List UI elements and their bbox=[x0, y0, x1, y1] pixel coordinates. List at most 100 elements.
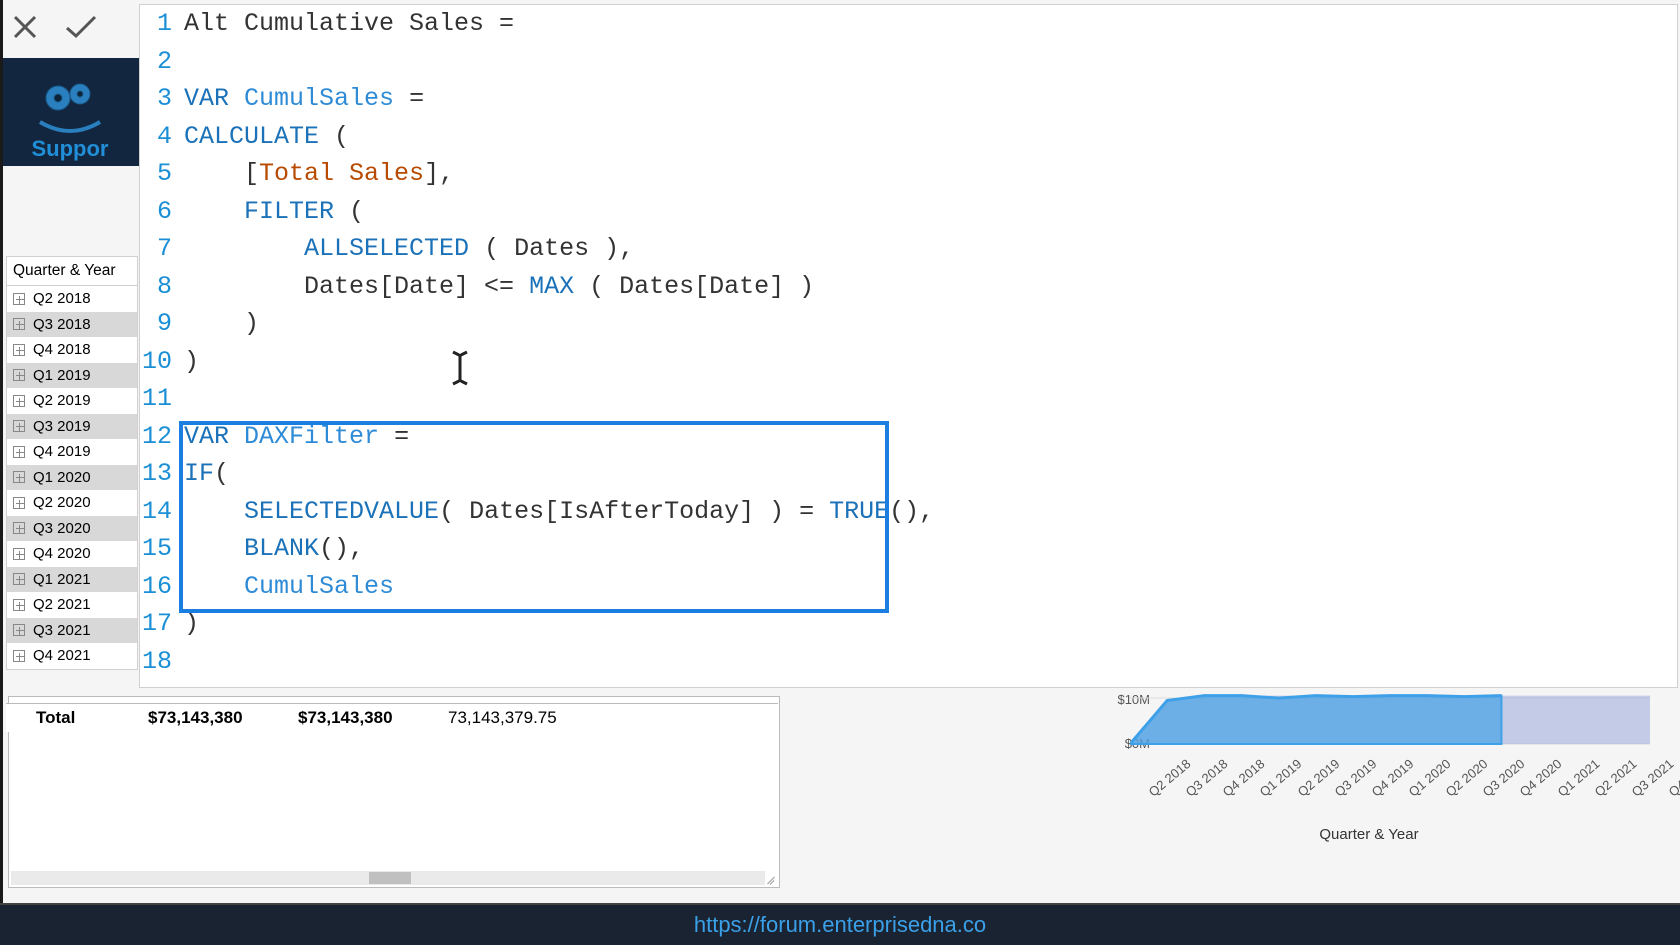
line-number: 12 bbox=[140, 418, 178, 456]
line-number: 10 bbox=[140, 343, 178, 381]
expand-icon[interactable] bbox=[13, 624, 25, 636]
slicer-item[interactable]: Q4 2021 bbox=[7, 643, 137, 669]
slicer-item[interactable]: Q3 2021 bbox=[7, 618, 137, 644]
code-line[interactable]: 4CALCULATE ( bbox=[140, 118, 1677, 156]
slicer-item-label: Q1 2021 bbox=[33, 570, 91, 590]
slicer-item-label: Q4 2021 bbox=[33, 646, 91, 666]
code-line[interactable]: 13IF( bbox=[140, 455, 1677, 493]
slicer-item[interactable]: Q4 2018 bbox=[7, 337, 137, 363]
code-content[interactable]: VAR CumulSales = bbox=[178, 80, 1677, 118]
code-line[interactable]: 7 ALLSELECTED ( Dates ), bbox=[140, 230, 1677, 268]
code-line[interactable]: 16 CumulSales bbox=[140, 568, 1677, 606]
code-line[interactable]: 2 bbox=[140, 43, 1677, 81]
code-content[interactable]: CumulSales bbox=[178, 568, 1677, 606]
footer-link[interactable]: https://forum.enterprisedna.co bbox=[694, 912, 986, 938]
code-content[interactable]: CALCULATE ( bbox=[178, 118, 1677, 156]
horizontal-scrollbar[interactable] bbox=[11, 871, 765, 885]
total-value-3: 73,143,379.75 bbox=[448, 708, 608, 728]
expand-icon[interactable] bbox=[13, 420, 25, 432]
scrollbar-thumb[interactable] bbox=[369, 872, 411, 884]
code-content[interactable]: IF( bbox=[178, 455, 1677, 493]
code-line[interactable]: 5 [Total Sales], bbox=[140, 155, 1677, 193]
code-content[interactable]: ) bbox=[178, 305, 1677, 343]
code-content[interactable]: BLANK(), bbox=[178, 530, 1677, 568]
line-number: 7 bbox=[140, 230, 178, 268]
code-content[interactable]: VAR DAXFilter = bbox=[178, 418, 1677, 456]
code-content[interactable]: ALLSELECTED ( Dates ), bbox=[178, 230, 1677, 268]
code-content[interactable]: Alt Cumulative Sales = bbox=[178, 5, 1677, 43]
brand-logo-panel: Suppor bbox=[0, 58, 140, 166]
expand-icon[interactable] bbox=[13, 548, 25, 560]
expand-icon[interactable] bbox=[13, 573, 25, 585]
slicer-item[interactable]: Q2 2018 bbox=[7, 286, 137, 312]
code-line[interactable]: 1Alt Cumulative Sales = bbox=[140, 5, 1677, 43]
expand-icon[interactable] bbox=[13, 599, 25, 611]
chart-xtick: Q4 2020 bbox=[1517, 756, 1565, 800]
slicer-item-label: Q2 2019 bbox=[33, 391, 91, 411]
cancel-button[interactable] bbox=[6, 8, 44, 46]
slicer-item[interactable]: Q4 2020 bbox=[7, 541, 137, 567]
slicer-item-label: Q3 2021 bbox=[33, 621, 91, 641]
chart-x-axis-label: Quarter & Year bbox=[1070, 826, 1668, 843]
slicer-item[interactable]: Q4 2019 bbox=[7, 439, 137, 465]
total-value-1: $73,143,380 bbox=[148, 708, 298, 728]
line-number: 6 bbox=[140, 193, 178, 231]
code-line[interactable]: 18 bbox=[140, 643, 1677, 681]
slicer-item[interactable]: Q1 2021 bbox=[7, 567, 137, 593]
chart-xtick: Q1 2019 bbox=[1257, 756, 1305, 800]
slicer-item-label: Q2 2021 bbox=[33, 595, 91, 615]
code-content[interactable]: [Total Sales], bbox=[178, 155, 1677, 193]
code-content[interactable]: Dates[Date] <= MAX ( Dates[Date] ) bbox=[178, 268, 1677, 306]
chart-x-ticks: Q2 2018Q3 2018Q4 2018Q1 2019Q2 2019Q3 20… bbox=[1128, 756, 1648, 806]
cumulative-sales-chart[interactable]: $10M $0M Q2 2018Q3 2018Q4 2018Q1 2019Q2 … bbox=[1070, 686, 1668, 866]
line-number: 2 bbox=[140, 43, 178, 81]
slicer-item[interactable]: Q3 2019 bbox=[7, 414, 137, 440]
code-line[interactable]: 17) bbox=[140, 605, 1677, 643]
slicer-item[interactable]: Q1 2020 bbox=[7, 465, 137, 491]
slicer-item[interactable]: Q3 2018 bbox=[7, 312, 137, 338]
expand-icon[interactable] bbox=[13, 471, 25, 483]
slicer-item-label: Q4 2020 bbox=[33, 544, 91, 564]
expand-icon[interactable] bbox=[13, 497, 25, 509]
code-line[interactable]: 15 BLANK(), bbox=[140, 530, 1677, 568]
line-number: 8 bbox=[140, 268, 178, 306]
expand-icon[interactable] bbox=[13, 522, 25, 534]
expand-icon[interactable] bbox=[13, 650, 25, 662]
slicer-item-label: Q1 2020 bbox=[33, 468, 91, 488]
slicer-item[interactable]: Q3 2020 bbox=[7, 516, 137, 542]
code-content[interactable]: ) bbox=[178, 343, 1677, 381]
code-line[interactable]: 3VAR CumulSales = bbox=[140, 80, 1677, 118]
code-line[interactable]: 12VAR DAXFilter = bbox=[140, 418, 1677, 456]
code-line[interactable]: 8 Dates[Date] <= MAX ( Dates[Date] ) bbox=[140, 268, 1677, 306]
line-number: 9 bbox=[140, 305, 178, 343]
slicer-item[interactable]: Q2 2021 bbox=[7, 592, 137, 618]
confirm-button[interactable] bbox=[62, 8, 100, 46]
line-number: 1 bbox=[140, 5, 178, 43]
expand-icon[interactable] bbox=[13, 395, 25, 407]
slicer-item[interactable]: Q2 2019 bbox=[7, 388, 137, 414]
code-line[interactable]: 11 bbox=[140, 380, 1677, 418]
slicer-item-label: Q2 2018 bbox=[33, 289, 91, 309]
code-content[interactable]: SELECTEDVALUE( Dates[IsAfterToday] ) = T… bbox=[178, 493, 1677, 531]
expand-icon[interactable] bbox=[13, 446, 25, 458]
code-content[interactable]: FILTER ( bbox=[178, 193, 1677, 231]
quarter-year-slicer[interactable]: Quarter & Year Q2 2018Q3 2018Q4 2018Q1 2… bbox=[6, 256, 138, 670]
dax-formula-editor[interactable]: 1Alt Cumulative Sales =23VAR CumulSales … bbox=[139, 4, 1678, 688]
close-icon bbox=[11, 13, 39, 41]
slicer-item[interactable]: Q1 2019 bbox=[7, 363, 137, 389]
line-number: 17 bbox=[140, 605, 178, 643]
code-content[interactable]: ) bbox=[178, 605, 1677, 643]
line-number: 4 bbox=[140, 118, 178, 156]
expand-icon[interactable] bbox=[13, 293, 25, 305]
code-line[interactable]: 9 ) bbox=[140, 305, 1677, 343]
expand-icon[interactable] bbox=[13, 318, 25, 330]
code-line[interactable]: 10) bbox=[140, 343, 1677, 381]
code-line[interactable]: 14 SELECTEDVALUE( Dates[IsAfterToday] ) … bbox=[140, 493, 1677, 531]
code-line[interactable]: 6 FILTER ( bbox=[140, 193, 1677, 231]
expand-icon[interactable] bbox=[13, 369, 25, 381]
slicer-item-label: Q3 2018 bbox=[33, 315, 91, 335]
resize-handle-icon[interactable] bbox=[765, 873, 777, 885]
totals-row: Total $73,143,380 $73,143,380 73,143,379… bbox=[6, 703, 778, 732]
slicer-item[interactable]: Q2 2020 bbox=[7, 490, 137, 516]
expand-icon[interactable] bbox=[13, 344, 25, 356]
